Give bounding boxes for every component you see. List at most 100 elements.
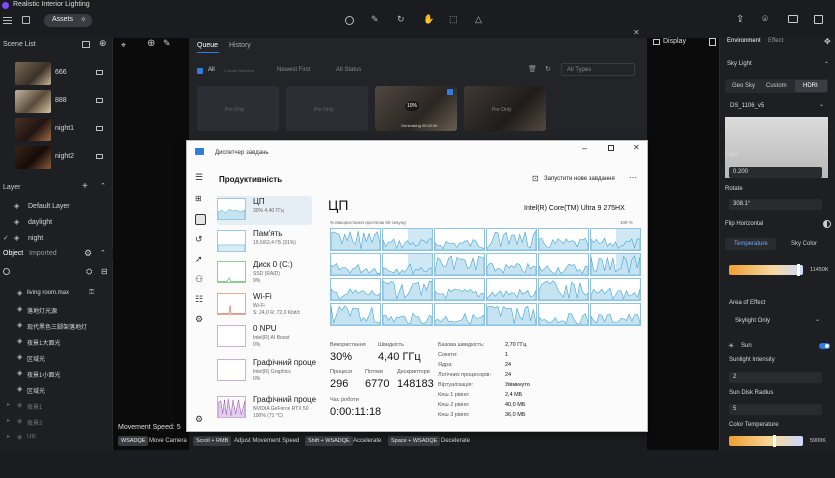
light-input[interactable]: 0.200 [729,167,822,178]
viewport-right[interactable]: Display [647,38,719,450]
object-item[interactable]: 现代黑色三脚架落地灯 [27,322,87,331]
services-icon[interactable]: ⚙ [195,314,205,324]
pen-tool-icon[interactable]: ✎ [371,14,379,25]
object-item[interactable]: 夜景1 [27,402,42,411]
object-item[interactable]: 区域光 [27,354,45,363]
tab-geo-sky[interactable]: Geo Sky [732,83,755,89]
temperature-slider[interactable] [729,264,803,276]
object-item[interactable]: 夜景2 [27,418,42,427]
collapse-icon[interactable]: ⊟ [101,267,108,276]
collapse-right-icon[interactable] [709,38,716,46]
add-scene-icon[interactable]: ⊕ [99,38,107,49]
sliders-icon[interactable]: ☰ [822,151,828,159]
circle-tool-icon[interactable] [345,16,354,25]
trash-icon[interactable]: 🗑 [528,65,537,73]
card-checkbox[interactable] [447,89,453,95]
scene-item[interactable]: night1 [0,117,113,142]
tab-effect[interactable]: Effect [768,38,783,44]
history-icon[interactable]: ↺ [195,234,205,244]
viewport-left[interactable]: ⌖ ⊕ ✎ Movement Speed: 5 [113,38,189,450]
object-item[interactable]: 区域光 [27,386,45,395]
search-icon[interactable] [3,268,10,275]
processes-icon[interactable]: ⊞ [195,194,205,204]
tab-queue[interactable]: Queue [197,42,218,49]
chevron-up-icon[interactable]: ⌃ [100,182,106,190]
eyedropper-icon[interactable]: ✎ [163,38,171,49]
layout-icon[interactable] [814,15,823,24]
hand-tool-icon[interactable]: ✋ [423,14,434,25]
menu-icon[interactable] [3,17,12,24]
perf-item-npu[interactable]: 0 NPU Intel(R) AI Boost 0% [217,323,312,352]
tab-imported[interactable]: Imported [29,250,57,257]
tab-hdri[interactable]: HDRI [795,80,827,92]
perf-item-gpu1[interactable]: Графічний проце NVIDIA GeForce RTX 50 10… [217,394,316,423]
expand-icon[interactable]: ▸ [7,417,10,424]
perf-item-wifi[interactable]: Wi-Fi Wi-Fi S: 24,0 R: 72,0 Kbit/с [217,291,312,320]
video-icon[interactable] [788,15,798,23]
select-tool-icon[interactable]: ⬚ [449,14,458,25]
more-icon[interactable]: ⋯ [629,173,637,182]
area-dropdown[interactable]: Skylight Only ⌄ [729,316,829,327]
scene-item[interactable]: 888 [0,89,113,114]
display-button[interactable]: Display [663,38,686,45]
perf-item-disk[interactable]: Диск 0 (C:) SSD (RAID) 9% [217,259,312,288]
mountain-tool-icon[interactable]: △ [475,14,482,25]
chevron-up-icon[interactable]: ⌃ [824,61,829,68]
camera-icon[interactable]: ⌾ [762,14,768,25]
assets-button[interactable]: Assets ✧ [44,14,92,27]
expand-icon[interactable]: ▸ [7,433,10,440]
performance-icon[interactable] [195,214,206,225]
details-icon[interactable]: ☷ [195,294,205,304]
settings-icon[interactable]: ⚙ [84,248,92,259]
temperature-handle[interactable] [797,264,800,276]
perf-item-gpu0[interactable]: Графічний проце Intel(R) Graphics 0% [217,357,316,386]
scene-camera-icon[interactable] [96,98,103,103]
status-dropdown[interactable]: All Status [336,67,361,73]
filter-icon[interactable]: ⛭ [86,267,92,277]
scene-item[interactable]: 666 [0,61,113,86]
hdri-dropdown[interactable]: DS_1106_v5 ⌄ [725,101,828,113]
chevron-up-icon[interactable]: ⌃ [100,249,106,257]
color-temperature-handle[interactable] [773,435,776,447]
tab-object[interactable]: Object [3,250,23,257]
flip-toggle[interactable] [823,220,831,228]
tab-sky-color[interactable]: Sky Color [791,241,817,247]
hamburger-icon[interactable]: ☰ [195,172,205,182]
tab-custom[interactable]: Custom [766,83,787,89]
refresh-icon[interactable]: ↻ [545,65,551,73]
sunlight-intensity-input[interactable]: 2 [729,372,822,383]
sun-disk-input[interactable]: 5 [729,404,822,415]
lock-icon[interactable]: ⚿ [89,289,94,297]
tab-environment[interactable]: Environment [727,38,761,44]
maximize-icon[interactable] [608,145,614,151]
transform-icon[interactable]: ⌖ [121,40,126,51]
settings-icon[interactable]: ⚙ [195,414,205,424]
select-all-checkbox[interactable] [197,68,203,74]
startup-icon[interactable]: ➚ [195,254,205,264]
expand-icon[interactable]: ▸ [7,401,10,408]
rotate-input[interactable]: 308.1° [729,199,822,210]
globe-icon[interactable]: ⊕ [147,38,155,49]
add-layer-icon[interactable]: + [82,181,88,192]
perf-item-memory[interactable]: Пам'ять 19,5/63,4 ГБ (31%) [217,228,312,257]
perf-item-cpu[interactable]: ЦП 30% 4,40 ГГц [217,196,312,225]
sun-toggle[interactable] [819,343,830,349]
scene-camera-icon[interactable] [96,126,103,131]
layer-item[interactable]: night [28,235,43,242]
object-item[interactable]: living room.max [27,290,69,296]
queue-card[interactable]: Pre Only [197,86,279,131]
layer-item[interactable]: daylight [28,219,52,226]
move-icon[interactable]: ✥ [824,37,831,46]
users-icon[interactable]: ⚇ [195,274,205,284]
layer-item[interactable]: Default Layer [28,203,70,210]
object-item[interactable]: 落地灯光源 [27,306,57,315]
task-manager-window[interactable]: Диспетчер завдань – ✕ ☰ ⊞ ↺ ➚ ⚇ ☷ ⚙ ⚙ Пр… [186,140,648,432]
queue-card[interactable]: 10% Generating 00:02:30 [375,86,457,131]
close-icon[interactable]: ✕ [633,143,640,152]
rotate-tool-icon[interactable]: ↻ [397,14,405,25]
run-task-button[interactable]: Запустити нове завдання [544,176,615,182]
scene-camera-icon[interactable] [96,70,103,75]
share-icon[interactable]: ⇪ [736,14,744,25]
scene-item[interactable]: night2 [0,145,113,170]
close-panel-icon[interactable]: ✕ [633,28,640,37]
